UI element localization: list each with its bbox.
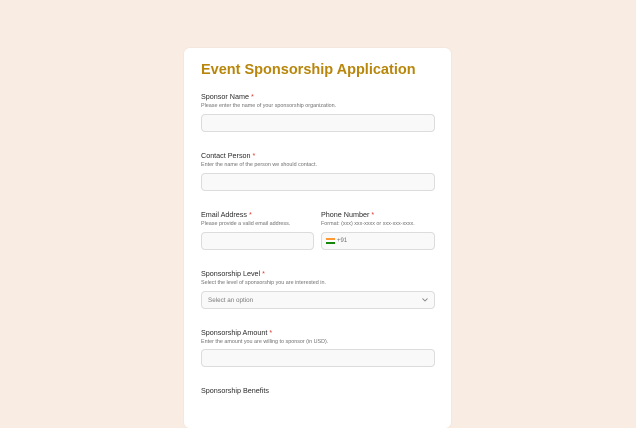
sponsor-name-label: Sponsor Name: [201, 92, 249, 101]
required-marker: *: [371, 210, 375, 219]
contact-person-label: Contact Person: [201, 151, 251, 160]
email-label: Email Address: [201, 210, 247, 219]
sponsorship-level-select[interactable]: Select an option: [201, 291, 435, 309]
required-marker: *: [248, 210, 252, 219]
sponsorship-amount-field: Sponsorship Amount * Enter the amount yo…: [201, 328, 328, 346]
contact-person-input[interactable]: [201, 173, 435, 191]
sponsorship-benefits-label: Sponsorship Benefits: [201, 386, 269, 395]
select-placeholder: Select an option: [208, 296, 254, 304]
email-input[interactable]: [201, 232, 314, 250]
email-hint: Please provide a valid email address.: [201, 221, 291, 227]
sponsorship-benefits-field: Sponsorship Benefits: [201, 386, 269, 395]
email-field: Email Address * Please provide a valid e…: [201, 210, 290, 228]
chevron-down-icon: [420, 295, 430, 305]
sponsor-name-hint: Please enter the name of your sponsorshi…: [201, 103, 337, 109]
country-code: +91: [337, 238, 348, 244]
phone-label: Phone Number: [321, 210, 370, 219]
required-marker: *: [262, 269, 265, 278]
phone-hint: Format: (xxx) xxx-xxxx or xxx-xxx-xxxx.: [321, 221, 415, 227]
sponsor-name-input[interactable]: [201, 114, 435, 132]
contact-person-hint: Enter the name of the person we should c…: [201, 162, 317, 168]
form-card: Event Sponsorship Application Sponsor Na…: [184, 48, 451, 428]
contact-person-field: Contact Person * Enter the name of the p…: [201, 151, 317, 169]
sponsor-name-field: Sponsor Name * Please enter the name of …: [201, 92, 336, 110]
required-marker: *: [269, 328, 273, 337]
sponsorship-level-label: Sponsorship Level: [201, 269, 261, 278]
sponsorship-amount-hint: Enter the amount you are willing to spon…: [201, 339, 329, 345]
phone-field: Phone Number * Format: (xxx) xxx-xxxx or…: [321, 210, 415, 228]
sponsorship-level-hint: Select the level of sponsorship you are …: [201, 280, 326, 286]
required-marker: *: [252, 151, 256, 160]
form-title: Event Sponsorship Application: [201, 62, 416, 78]
required-marker: *: [250, 92, 254, 101]
india-flag-icon[interactable]: [326, 238, 335, 244]
sponsorship-amount-label: Sponsorship Amount: [201, 328, 268, 337]
phone-input[interactable]: +91: [321, 232, 435, 250]
sponsorship-level-field: Sponsorship Level * Select the level of …: [201, 269, 326, 287]
sponsorship-amount-input[interactable]: [201, 349, 435, 367]
